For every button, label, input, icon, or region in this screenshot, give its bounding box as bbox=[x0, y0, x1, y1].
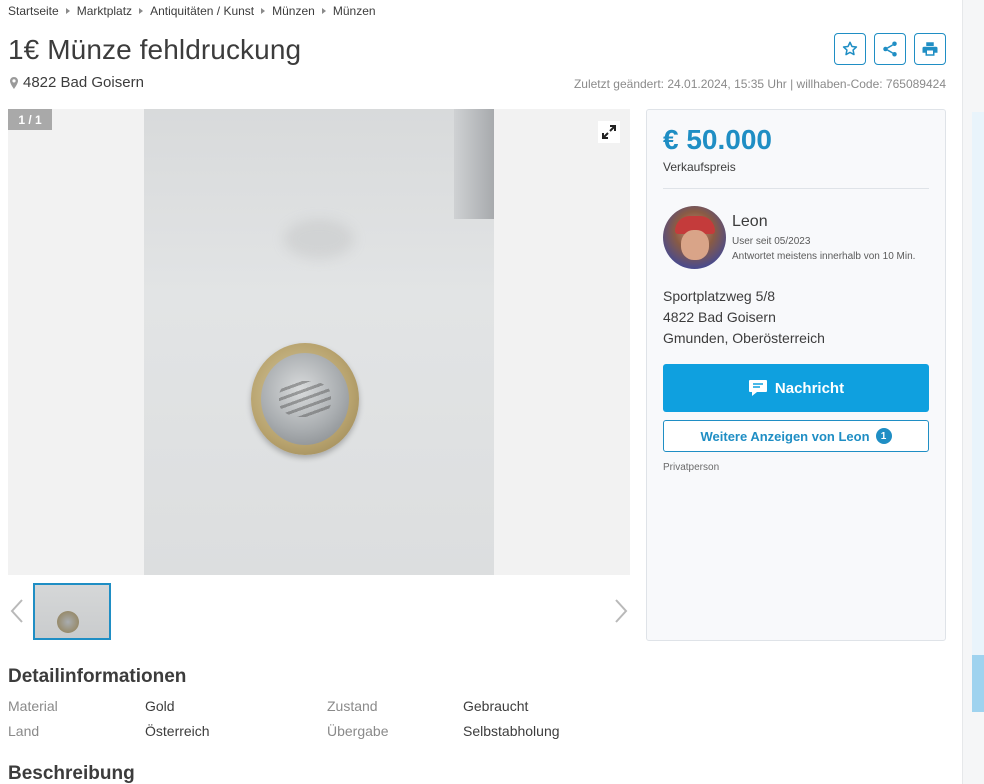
avatar[interactable] bbox=[663, 206, 726, 269]
seller-name[interactable]: Leon bbox=[732, 213, 768, 231]
more-ads-label: Weitere Anzeigen von Leon bbox=[700, 428, 870, 444]
scrollbar-thumb[interactable] bbox=[972, 655, 984, 712]
share-icon bbox=[883, 41, 897, 57]
share-button[interactable] bbox=[874, 33, 906, 65]
chevron-left-icon[interactable] bbox=[10, 598, 24, 624]
image-gallery: 1 / 1 bbox=[8, 109, 630, 575]
more-ads-count-badge: 1 bbox=[875, 428, 892, 444]
message-button-label: Nachricht bbox=[774, 379, 845, 397]
location-pin-icon bbox=[10, 76, 18, 89]
breadcrumb-link-coins[interactable]: Münzen bbox=[272, 4, 315, 18]
listing-photo[interactable] bbox=[144, 109, 494, 575]
detail-value-handover: Selbstabholung bbox=[463, 723, 560, 739]
coin-image bbox=[251, 343, 359, 455]
response-time: Antwortet meistens innerhalb von 10 Min. bbox=[732, 251, 916, 262]
breadcrumb-separator-icon bbox=[261, 8, 266, 14]
breadcrumb-separator-icon bbox=[65, 8, 70, 14]
user-since: User seit 05/2023 bbox=[732, 236, 811, 247]
detail-label-material: Material bbox=[8, 698, 58, 714]
print-button[interactable] bbox=[914, 33, 946, 65]
star-icon bbox=[842, 41, 858, 56]
print-icon bbox=[922, 42, 938, 56]
location-text: 4822 Bad Goisern bbox=[23, 74, 144, 91]
breadcrumb-link-coins-sub[interactable]: Münzen bbox=[333, 4, 376, 18]
favorite-button[interactable] bbox=[834, 33, 866, 65]
divider bbox=[663, 188, 929, 189]
price: € 50.000 bbox=[663, 124, 772, 155]
chat-bubble-icon bbox=[748, 380, 767, 396]
page-title: 1€ Münze fehldruckung bbox=[8, 34, 302, 65]
thumbnail-strip bbox=[8, 580, 630, 644]
detail-value-material: Gold bbox=[145, 698, 175, 714]
detail-label-handover: Übergabe bbox=[327, 723, 389, 739]
detail-label-country: Land bbox=[8, 723, 40, 739]
chevron-right-icon[interactable] bbox=[614, 598, 628, 624]
address-region: Gmunden, Oberösterreich bbox=[663, 330, 825, 346]
fullscreen-expand-icon[interactable] bbox=[598, 121, 620, 143]
breadcrumb-link-antiques[interactable]: Antiquitäten / Kunst bbox=[150, 4, 254, 18]
thumbnail-image[interactable] bbox=[33, 583, 111, 640]
breadcrumb: Startseite Marktplatz Antiquitäten / Kun… bbox=[8, 4, 376, 18]
seller-panel: € 50.000 Verkaufspreis Leon User seit 05… bbox=[646, 109, 946, 641]
message-button[interactable]: Nachricht bbox=[663, 364, 929, 412]
detail-label-condition: Zustand bbox=[327, 698, 378, 714]
listing-location: 4822 Bad Goisern bbox=[10, 74, 144, 91]
seller-type: Privatperson bbox=[663, 462, 720, 473]
breadcrumb-separator-icon bbox=[139, 8, 144, 14]
breadcrumb-link-home[interactable]: Startseite bbox=[8, 4, 59, 18]
more-ads-button[interactable]: Weitere Anzeigen von Leon 1 bbox=[663, 420, 929, 452]
detail-value-condition: Gebraucht bbox=[463, 698, 529, 714]
seller-address: Sportplatzweg 5/8 4822 Bad Goisern Gmund… bbox=[663, 286, 825, 349]
image-counter: 1 / 1 bbox=[8, 109, 52, 130]
description-heading: Beschreibung bbox=[8, 763, 135, 784]
details-heading: Detailinformationen bbox=[8, 666, 187, 687]
address-street: Sportplatzweg 5/8 bbox=[663, 288, 776, 304]
breadcrumb-separator-icon bbox=[321, 8, 326, 14]
address-city: 4822 Bad Goisern bbox=[663, 309, 776, 325]
listing-meta: Zuletzt geändert: 24.01.2024, 15:35 Uhr … bbox=[573, 77, 946, 91]
detail-value-country: Österreich bbox=[145, 723, 210, 739]
breadcrumb-link-marketplace[interactable]: Marktplatz bbox=[77, 4, 132, 18]
scrollbar-track[interactable] bbox=[972, 112, 984, 712]
price-label: Verkaufspreis bbox=[663, 160, 736, 174]
